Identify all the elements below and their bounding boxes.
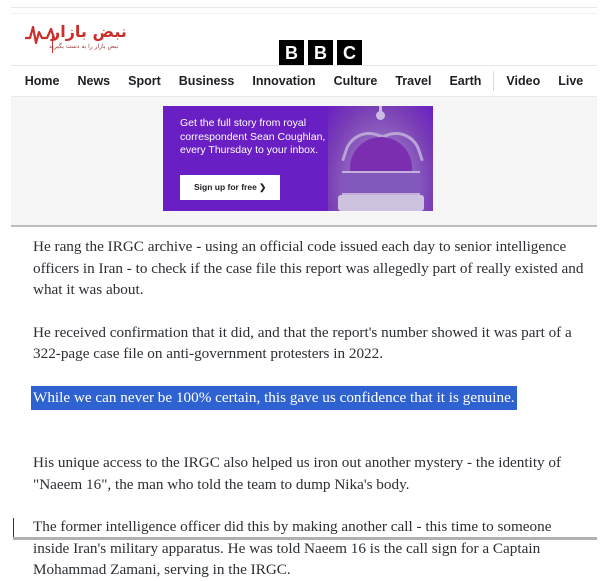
brand-name: نبض بازار <box>51 22 127 41</box>
nav-item-sport[interactable]: Sport <box>119 71 170 91</box>
article-paragraph: The former intelligence officer did this… <box>33 518 552 578</box>
nav-item-earth[interactable]: Earth <box>440 71 490 91</box>
bbc-logo-block-3: C <box>337 40 362 65</box>
crown-orb <box>376 111 385 120</box>
page-root: نبض بازار نبض بازار را به دست بگیرید B B… <box>0 0 609 578</box>
bbc-logo[interactable]: B B C <box>279 40 362 65</box>
nav-item-innovation[interactable]: Innovation <box>243 71 324 91</box>
nav-item-live[interactable]: Live <box>549 71 592 91</box>
advert-band: Get the full story from royal correspond… <box>11 97 597 227</box>
crown-base <box>338 195 424 211</box>
article-paragraph: He rang the IRGC archive - using an offi… <box>33 238 584 298</box>
selected-paragraph-wrapper: While we can never be 100% certain, this… <box>31 385 587 432</box>
advert-banner[interactable]: Get the full story from royal correspond… <box>163 106 433 211</box>
nav-item-news[interactable]: News <box>68 71 119 91</box>
masthead: نبض بازار نبض بازار را به دست بگیرید B B… <box>11 14 597 65</box>
bottom-rule <box>13 537 597 540</box>
nav-divider <box>493 70 495 91</box>
bbc-logo-block-2: B <box>308 40 333 65</box>
bbc-logo-block-1: B <box>279 40 304 65</box>
nav-item-home[interactable]: Home <box>16 71 69 91</box>
top-rule-primary <box>11 7 597 8</box>
nav-item-culture[interactable]: Culture <box>325 71 387 91</box>
advert-copy: Get the full story from royal correspond… <box>180 117 326 156</box>
nav-item-business[interactable]: Business <box>170 71 244 91</box>
text-caret <box>13 518 14 538</box>
article-paragraph: He received confirmation that it did, an… <box>33 323 572 363</box>
brand-logo[interactable]: نبض بازار نبض بازار را به دست بگیرید <box>25 20 150 62</box>
nav-item-travel[interactable]: Travel <box>386 71 440 91</box>
article-body: He rang the IRGC archive - using an offi… <box>31 236 587 581</box>
selected-text-highlight[interactable]: While we can never be 100% certain, this… <box>31 385 517 410</box>
article-paragraph: His unique access to the IRGC also helpe… <box>33 454 562 493</box>
crown-image <box>328 106 433 211</box>
advert-signup-button[interactable]: Sign up for free ❯ <box>180 175 281 200</box>
nav-item-video[interactable]: Video <box>497 71 549 91</box>
crown-band <box>342 171 420 195</box>
brand-tagline: نبض بازار را به دست بگیرید <box>49 43 119 50</box>
primary-navigation: Home News Sport Business Innovation Cult… <box>11 66 597 95</box>
